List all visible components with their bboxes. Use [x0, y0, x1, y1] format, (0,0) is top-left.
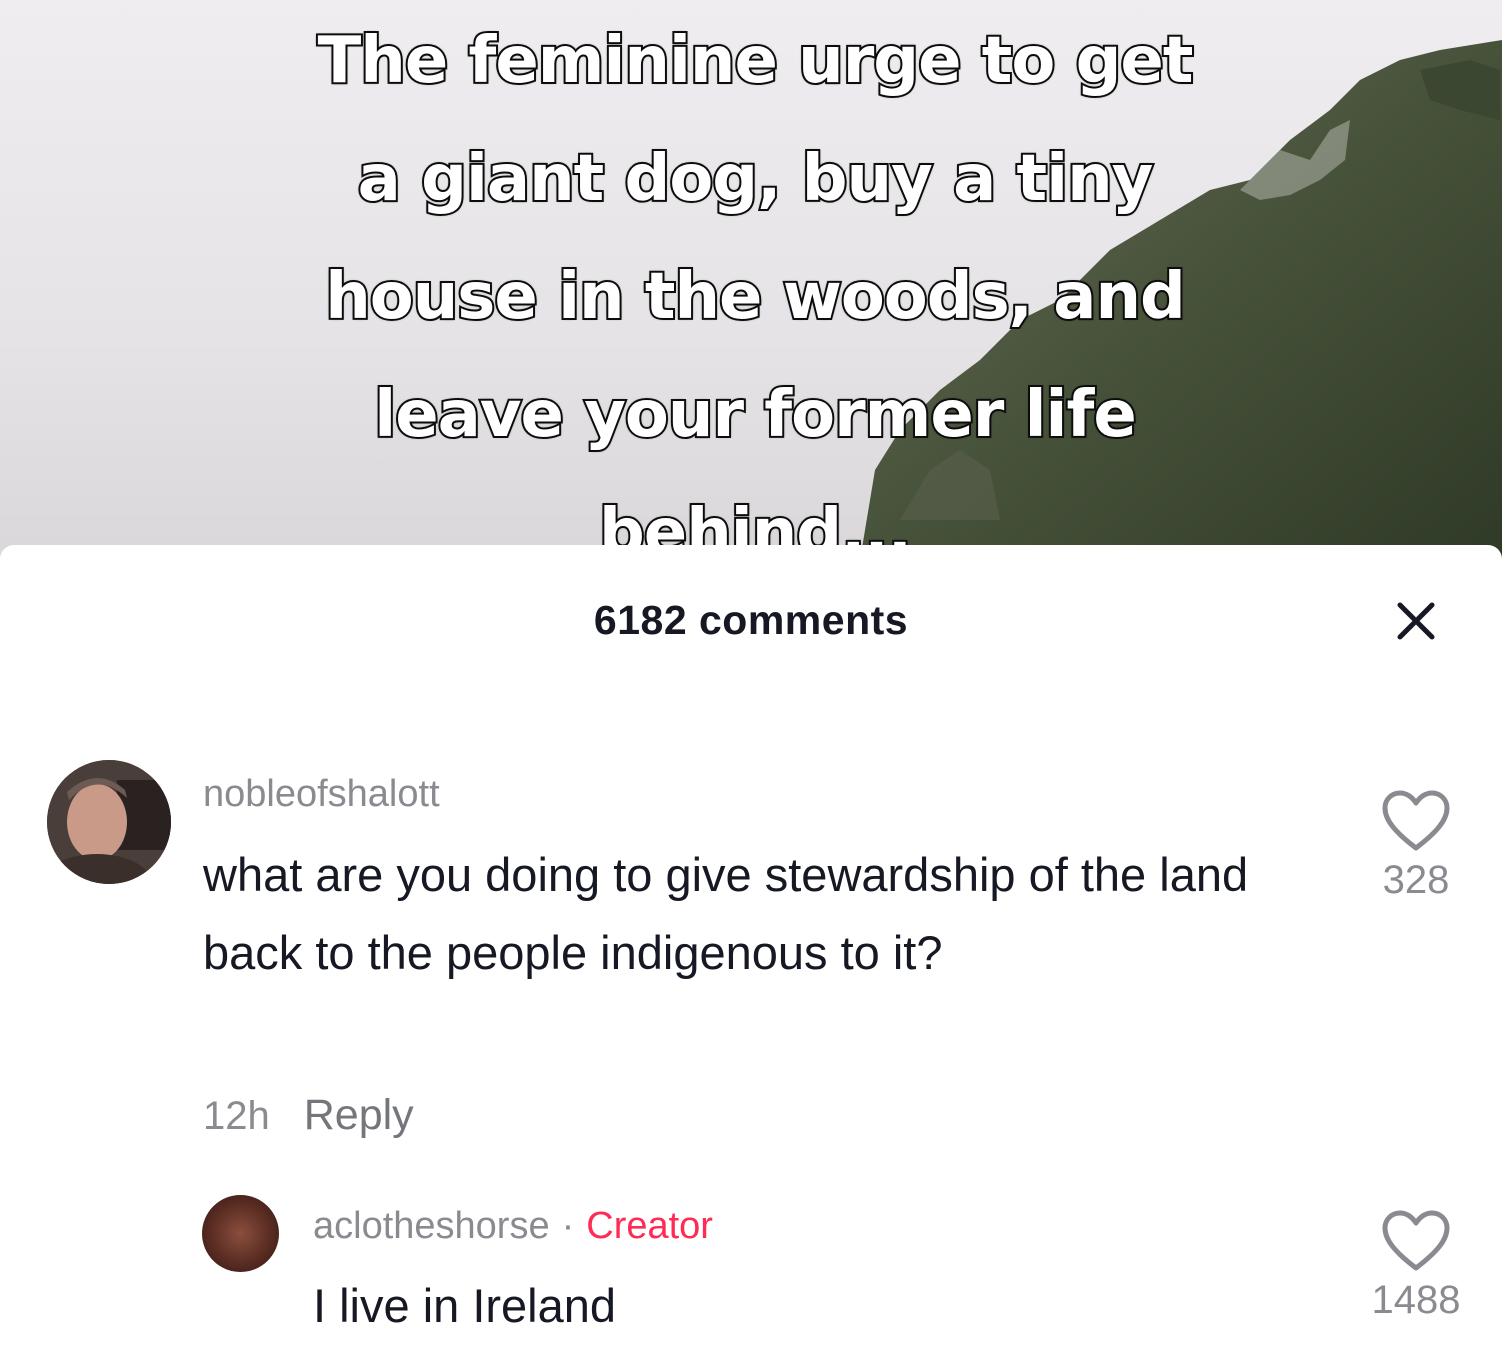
reply-button[interactable]: Reply — [304, 1091, 414, 1139]
close-button[interactable] — [1392, 597, 1440, 645]
caption-line: The feminine urge to get — [316, 22, 1196, 100]
comment-text: I live in Ireland — [313, 1279, 617, 1332]
comment-username[interactable]: aclotheshorse — [313, 1205, 550, 1247]
caption-line: house in the woods, and — [323, 258, 1188, 336]
avatar[interactable] — [47, 760, 171, 884]
caption-line: a giant dog, buy a tiny — [356, 140, 1156, 218]
separator-dot: · — [561, 1205, 575, 1247]
video-caption: The feminine urge to get a giant dog, bu… — [175, 2, 1335, 560]
close-icon — [1397, 602, 1435, 640]
reply-username-row: aclotheshorse · Creator — [313, 1205, 713, 1248]
creator-badge: Creator — [586, 1205, 713, 1247]
avatar-photo — [47, 760, 171, 884]
like-control: 328 — [1361, 790, 1471, 903]
comment-meta: 12h Reply — [203, 1091, 414, 1140]
avatar[interactable] — [202, 1195, 279, 1272]
video-preview[interactable]: The feminine urge to get a giant dog, bu… — [0, 0, 1502, 560]
comments-sheet: 6182 comments nobleofshalott what are yo… — [0, 545, 1502, 1360]
heart-icon[interactable] — [1381, 1210, 1451, 1272]
comment-text: what are you doing to give stewardship o… — [203, 848, 1249, 979]
comment-timestamp: 12h — [203, 1094, 270, 1138]
comments-count-title: 6182 comments — [593, 597, 909, 643]
like-count: 1488 — [1371, 1278, 1461, 1322]
like-count: 328 — [1382, 858, 1450, 902]
caption-line: leave your former life — [372, 376, 1138, 454]
comment-username[interactable]: nobleofshalott — [203, 773, 440, 816]
heart-icon[interactable] — [1381, 790, 1451, 852]
like-control: 1488 — [1361, 1210, 1471, 1323]
